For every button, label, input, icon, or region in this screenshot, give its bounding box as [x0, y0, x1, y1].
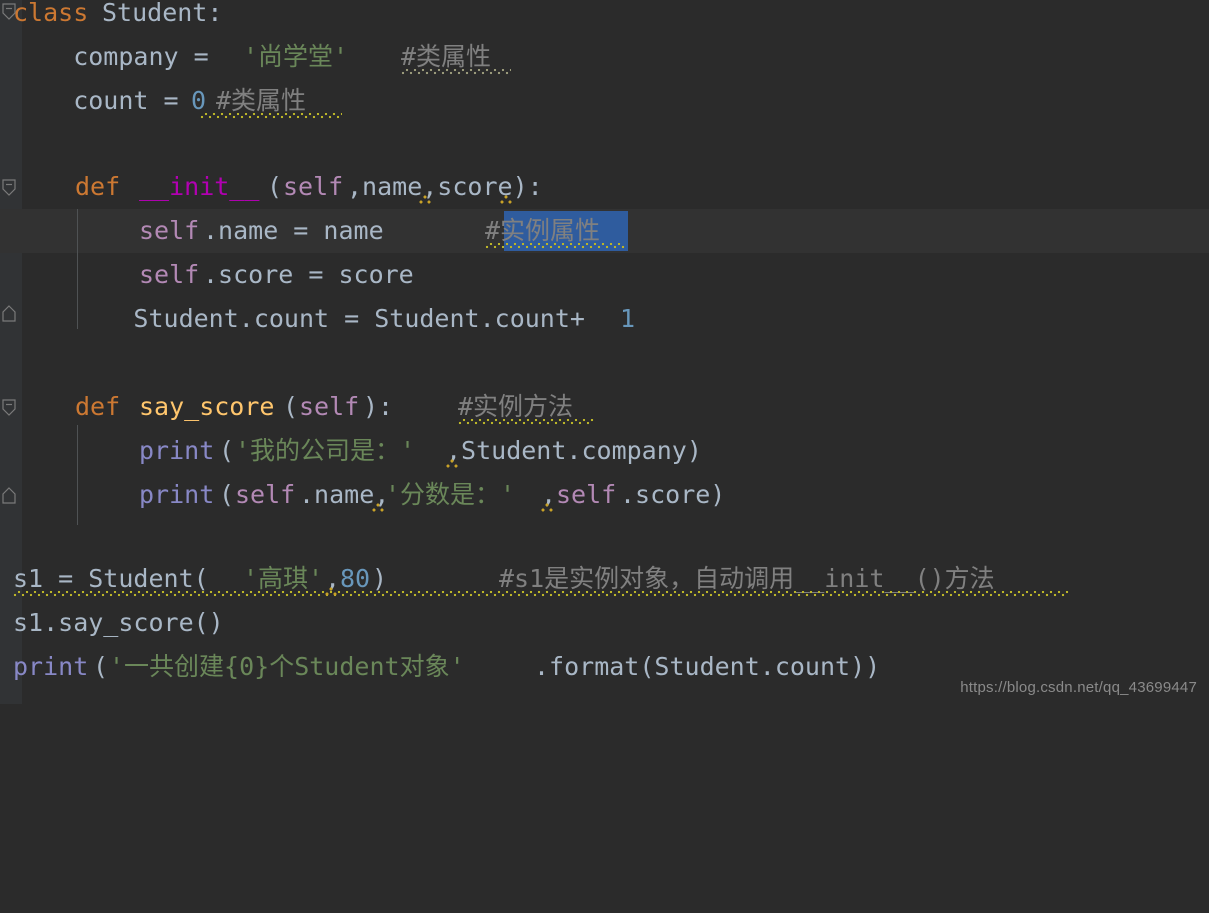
token-paren: ( [219, 436, 235, 465]
token-self: self [556, 480, 617, 509]
token-attr-assign: .score = score [203, 260, 414, 289]
token-attr-assign: .name = name [203, 216, 384, 245]
code-editor[interactable]: class Student: company = '尚学堂' #类属性 coun… [0, 0, 1209, 704]
token-string: '尚学堂' [243, 42, 349, 71]
token-assignment: company = [13, 42, 224, 71]
token-self: self [139, 260, 200, 289]
comment-squiggle [485, 243, 625, 249]
comment-squiggle [458, 419, 594, 425]
comma-warning-marker [419, 193, 431, 205]
comma-warning-marker [446, 457, 458, 469]
token-keyword: def [75, 392, 121, 421]
token-paren: ( [219, 480, 235, 509]
token-counter-increment: Student.count = Student.count+ [13, 304, 585, 333]
token-params: ,name,score): [347, 172, 543, 201]
code-line-2[interactable]: count = 0 #类属性 [0, 79, 1209, 123]
comment-squiggle [401, 69, 511, 75]
token-self: self [139, 216, 200, 245]
code-line-4[interactable]: def __init__ ( self ,name,score): [0, 165, 1209, 209]
code-line-10[interactable]: print ( '我的公司是：' ,Student.company) [0, 429, 1209, 473]
token-paren: ( [93, 652, 109, 681]
code-line-14[interactable]: s1.say_score() [0, 601, 1209, 645]
code-line-11[interactable]: print ( self .name, '分数是：' , self .score… [0, 473, 1209, 517]
code-line-6[interactable]: self .score = score [0, 253, 1209, 297]
token-magic-method: __init__ [139, 172, 260, 201]
code-line-7[interactable]: Student.count = Student.count+ 1 [0, 297, 1209, 341]
code-line-0[interactable]: class Student: [0, 0, 1209, 35]
comma-warning-marker [500, 193, 512, 205]
comment-squiggle [200, 113, 342, 119]
token-format-call: .format(Student.count)) [534, 652, 881, 681]
token-builtin: print [139, 480, 215, 509]
token-string: '我的公司是：' [235, 436, 416, 465]
token-keyword: def [75, 172, 121, 201]
token-method-call: s1.say_score() [13, 608, 224, 637]
line-squiggle [13, 591, 1070, 597]
comma-warning-marker [325, 585, 337, 597]
token-builtin: print [13, 652, 89, 681]
token-builtin: print [139, 436, 215, 465]
comma-warning-marker [541, 501, 553, 513]
watermark: https://blog.csdn.net/qq_43699447 [960, 679, 1197, 696]
token-function-name: say_score [139, 392, 275, 421]
token-string: '分数是：' [385, 480, 516, 509]
token-attr: .score) [620, 480, 726, 509]
token-keyword: class [13, 0, 89, 27]
token-paren: ( [267, 172, 283, 201]
token-paren: ( [283, 392, 299, 421]
token-class-name: Student: [102, 0, 223, 27]
token-number: 1 [620, 304, 636, 333]
code-line-9[interactable]: def say_score ( self ): #实例方法 [0, 385, 1209, 429]
code-line-1[interactable]: company = '尚学堂' #类属性 [0, 35, 1209, 79]
token-args: ,Student.company) [446, 436, 702, 465]
comma-warning-marker [372, 501, 384, 513]
token-assignment: count = [13, 86, 194, 115]
token-self: self [235, 480, 296, 509]
token-paren-colon: ): [363, 392, 394, 421]
token-self: self [299, 392, 360, 421]
token-self: self [283, 172, 344, 201]
token-string: '一共创建{0}个Student对象' [109, 652, 465, 681]
